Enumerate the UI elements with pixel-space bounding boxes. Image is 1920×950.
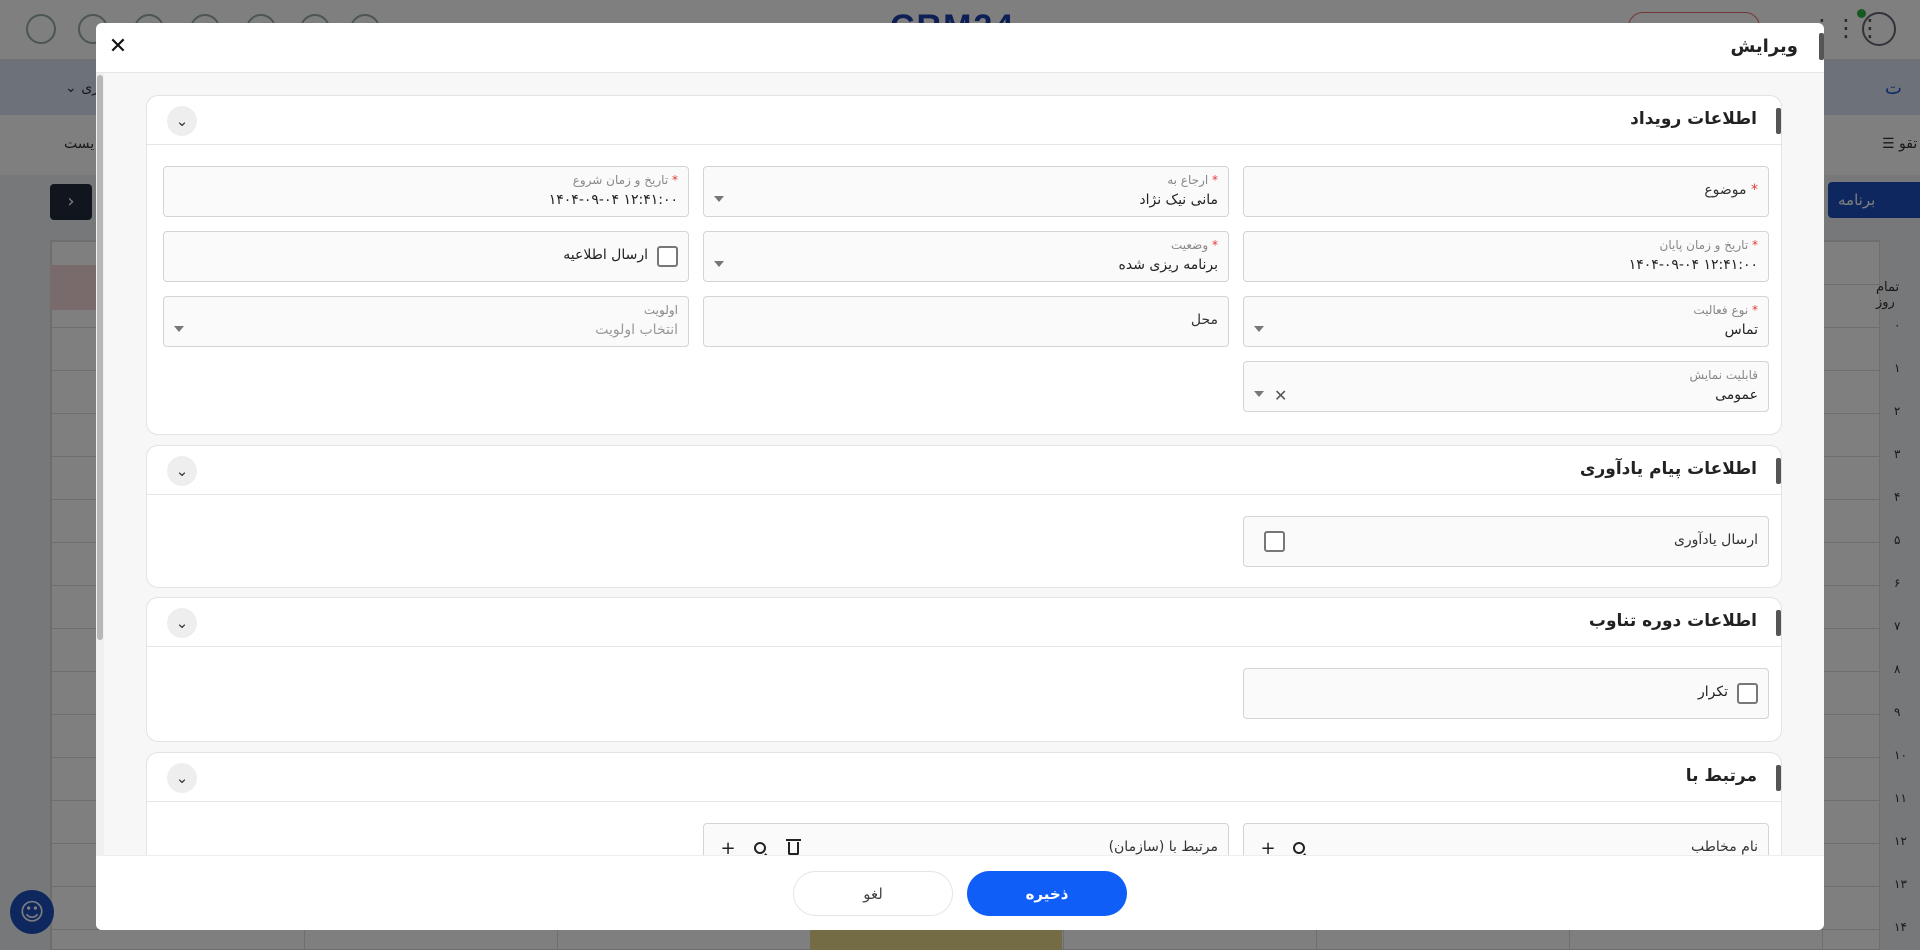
section-header: اطلاعات پیام یادآوری ⌄ xyxy=(147,446,1781,495)
modal-title: ویرایش xyxy=(1730,36,1798,57)
search-icon[interactable] xyxy=(749,838,771,855)
section-accent-bar xyxy=(1776,610,1781,636)
repeat-field: تکرار xyxy=(1243,668,1769,719)
section-accent-bar xyxy=(1776,765,1781,791)
notify-field: ارسال اطلاعیه xyxy=(163,231,689,282)
end-datetime-field[interactable]: تاریخ و زمان پایان * ۱۴۰۴-۰۹-۰۴ ۱۲:۴۱:۰۰ xyxy=(1243,231,1769,282)
clear-icon[interactable]: ✕ xyxy=(1274,386,1287,405)
required-mark: * xyxy=(1752,303,1758,317)
notify-label: ارسال اطلاعیه xyxy=(563,247,648,263)
priority-placeholder: انتخاب اولویت xyxy=(595,322,678,338)
priority-select[interactable]: اولویت انتخاب اولویت xyxy=(163,296,689,347)
send-reminder-label: ارسال یادآوری xyxy=(1673,532,1758,548)
section-related: مرتبط با ⌄ نام مخاطب + مرتبط با (سازمان)… xyxy=(146,752,1782,855)
scrollbar[interactable] xyxy=(96,73,104,855)
caret-down-icon xyxy=(1254,391,1264,397)
assigned-label: ارجاع به * xyxy=(1167,173,1218,187)
contact-name-field[interactable]: نام مخاطب + xyxy=(1243,823,1769,855)
assigned-value: مانی نیک نژاد xyxy=(1139,192,1218,208)
section-title: اطلاعات رویداد xyxy=(1630,109,1757,129)
add-icon[interactable]: + xyxy=(717,838,739,855)
activity-type-select[interactable]: نوع فعالیت * تماس xyxy=(1243,296,1769,347)
section-title: مرتبط با xyxy=(1685,766,1757,786)
visibility-value: عمومی xyxy=(1715,387,1758,403)
section-title: اطلاعات پیام یادآوری xyxy=(1579,459,1757,479)
required-mark: * xyxy=(1212,238,1218,252)
activity-label: نوع فعالیت * xyxy=(1693,303,1758,317)
location-label: محل xyxy=(1190,312,1218,328)
trash-icon[interactable] xyxy=(782,838,804,855)
contact-label: نام مخاطب xyxy=(1691,839,1758,855)
start-datetime-field[interactable]: تاریخ و زمان شروع * ۱۴۰۴-۰۹-۰۴ ۱۲:۴۱:۰۰ xyxy=(163,166,689,217)
section-accent-bar xyxy=(1776,108,1781,134)
edit-modal: ویرایش ✕ اطلاعات رویداد ⌄ موضوع * ارجاع … xyxy=(96,23,1824,930)
required-mark: * xyxy=(1751,182,1758,198)
section-header: اطلاعات رویداد ⌄ xyxy=(147,96,1781,145)
modal-body: اطلاعات رویداد ⌄ موضوع * ارجاع به * مانی… xyxy=(96,73,1824,855)
modal-footer: ذخیره لغو xyxy=(96,855,1824,930)
activity-value: تماس xyxy=(1724,322,1758,338)
section-header: اطلاعات دوره تناوب ⌄ xyxy=(147,598,1781,647)
organization-field[interactable]: مرتبط با (سازمان) + xyxy=(703,823,1229,855)
chevron-down-icon[interactable]: ⌄ xyxy=(167,456,197,486)
end-value: ۱۴۰۴-۰۹-۰۴ ۱۲:۴۱:۰۰ xyxy=(1628,257,1758,273)
location-field[interactable]: محل xyxy=(703,296,1229,347)
end-label-text: تاریخ و زمان پایان xyxy=(1659,238,1749,252)
chevron-down-icon[interactable]: ⌄ xyxy=(167,608,197,638)
start-label: تاریخ و زمان شروع * xyxy=(573,173,678,187)
section-event-info: اطلاعات رویداد ⌄ موضوع * ارجاع به * مانی… xyxy=(146,95,1782,435)
section-recurrence: اطلاعات دوره تناوب ⌄ تکرار xyxy=(146,597,1782,742)
visibility-label: قابلیت نمایش xyxy=(1689,368,1759,382)
start-value: ۱۴۰۴-۰۹-۰۴ ۱۲:۴۱:۰۰ xyxy=(548,192,678,208)
title-accent-bar xyxy=(1819,33,1824,60)
section-accent-bar xyxy=(1776,458,1781,484)
caret-down-icon xyxy=(714,261,724,267)
priority-label: اولویت xyxy=(643,303,678,317)
add-icon[interactable]: + xyxy=(1257,838,1279,855)
send-reminder-checkbox[interactable] xyxy=(1264,531,1285,552)
search-icon[interactable] xyxy=(1288,838,1310,855)
caret-down-icon xyxy=(714,196,724,202)
chevron-down-icon[interactable]: ⌄ xyxy=(167,763,197,793)
scrollbar-thumb[interactable] xyxy=(97,75,103,640)
section-reminder: اطلاعات پیام یادآوری ⌄ ارسال یادآوری xyxy=(146,445,1782,588)
caret-down-icon xyxy=(174,326,184,332)
required-mark: * xyxy=(1212,173,1218,187)
end-label: تاریخ و زمان پایان * xyxy=(1660,238,1758,252)
subject-field[interactable]: موضوع * xyxy=(1243,166,1769,217)
assigned-label-text: ارجاع به xyxy=(1167,173,1209,187)
required-mark: * xyxy=(672,173,678,187)
close-icon[interactable]: ✕ xyxy=(104,33,132,61)
activity-label-text: نوع فعالیت xyxy=(1693,303,1749,317)
chevron-down-icon[interactable]: ⌄ xyxy=(167,106,197,136)
status-label-text: وضعیت xyxy=(1170,238,1209,252)
cancel-button[interactable]: لغو xyxy=(793,871,953,916)
visibility-select[interactable]: قابلیت نمایش عمومی ✕ xyxy=(1243,361,1769,412)
section-title: اطلاعات دوره تناوب xyxy=(1588,611,1757,631)
repeat-checkbox[interactable] xyxy=(1737,683,1758,704)
required-mark: * xyxy=(1752,238,1758,252)
start-label-text: تاریخ و زمان شروع xyxy=(572,173,669,187)
status-value: برنامه ریزی شده xyxy=(1118,257,1218,273)
modal-header: ویرایش ✕ xyxy=(96,23,1824,73)
status-select[interactable]: وضعیت * برنامه ریزی شده xyxy=(703,231,1229,282)
send-reminder-field: ارسال یادآوری xyxy=(1243,516,1769,567)
caret-down-icon xyxy=(1254,326,1264,332)
subject-label: موضوع * xyxy=(1704,182,1758,198)
section-header: مرتبط با ⌄ xyxy=(147,753,1781,802)
subject-label-text: موضوع xyxy=(1704,182,1747,198)
repeat-label: تکرار xyxy=(1697,684,1728,700)
notify-checkbox[interactable] xyxy=(657,246,678,267)
status-label: وضعیت * xyxy=(1171,238,1218,252)
assigned-to-select[interactable]: ارجاع به * مانی نیک نژاد xyxy=(703,166,1229,217)
save-button[interactable]: ذخیره xyxy=(967,871,1127,916)
organization-label: مرتبط با (سازمان) xyxy=(1108,839,1218,855)
